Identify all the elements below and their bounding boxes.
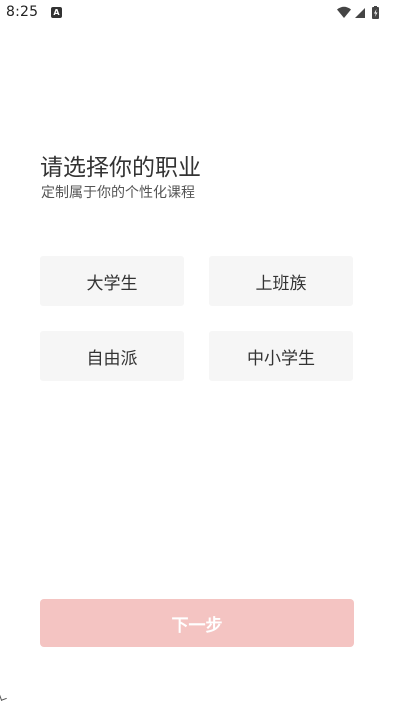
next-step-button[interactable]: 下一步 <box>40 599 354 647</box>
app-notification-icon-letter: A <box>53 8 60 17</box>
wifi-icon <box>337 6 351 18</box>
option-office-worker[interactable]: 上班族 <box>209 256 353 306</box>
status-bar: 8:25 A <box>0 0 394 28</box>
option-label: 自由派 <box>86 348 138 369</box>
battery-charging-icon <box>372 6 379 19</box>
next-step-label: 下一步 <box>171 615 223 636</box>
option-school-student[interactable]: 中小学生 <box>209 331 353 381</box>
signal-icon <box>355 8 365 18</box>
option-label: 上班族 <box>255 273 307 294</box>
page-subtitle: 定制属于你的个性化课程 <box>41 185 195 201</box>
page-title: 请选择你的职业 <box>40 155 201 181</box>
option-label: 大学生 <box>86 273 138 294</box>
app-notification-icon: A <box>51 7 62 18</box>
status-icons <box>336 6 386 20</box>
option-freelancer[interactable]: 自由派 <box>40 331 184 381</box>
corner-mark <box>0 693 7 701</box>
option-label: 中小学生 <box>247 348 315 369</box>
status-time: 8:25 <box>6 4 39 20</box>
option-college-student[interactable]: 大学生 <box>40 256 184 306</box>
